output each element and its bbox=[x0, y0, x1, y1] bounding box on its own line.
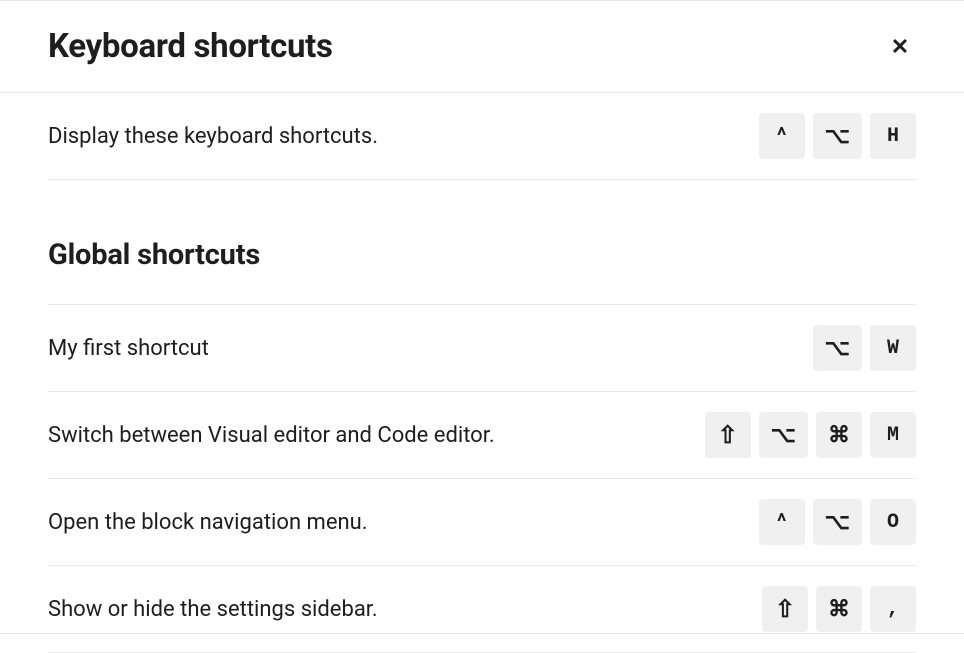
shortcut-row: Open the block navigation menu. ^⌥O bbox=[48, 479, 916, 566]
shortcut-keys: ^⌥H bbox=[759, 113, 916, 159]
key-comma: , bbox=[870, 586, 916, 632]
key-command: ⌘ bbox=[816, 412, 862, 458]
key-command: ⌘ bbox=[816, 586, 862, 632]
shortcut-description: Open the block navigation menu. bbox=[48, 510, 368, 535]
shortcut-row: Display these keyboard shortcuts. ^⌥H bbox=[48, 93, 916, 180]
shortcut-keys: ⌥W bbox=[813, 325, 916, 371]
shortcut-keys: ⇧⌘, bbox=[762, 586, 916, 632]
shortcut-keys: ^⌥O bbox=[759, 499, 916, 545]
shortcut-row: My first shortcut ⌥W bbox=[48, 305, 916, 392]
key-option: ⌥ bbox=[813, 113, 862, 159]
shortcut-keys: ⇧⌥⌘M bbox=[705, 412, 916, 458]
modal-header: Keyboard shortcuts ✕ bbox=[0, 1, 964, 93]
shortcut-row: Switch between Visual editor and Code ed… bbox=[48, 392, 916, 479]
shortcut-section: Global shortcuts My first shortcut ⌥W Sw… bbox=[48, 180, 916, 653]
key-option: ⌥ bbox=[813, 325, 862, 371]
key-option: ⌥ bbox=[759, 412, 808, 458]
key-ctrl: ^ bbox=[759, 113, 805, 159]
key-option: ⌥ bbox=[813, 499, 862, 545]
key-o: O bbox=[870, 499, 916, 545]
key-m: M bbox=[870, 412, 916, 458]
close-button[interactable]: ✕ bbox=[884, 31, 916, 63]
shortcut-row: Show or hide the settings sidebar. ⇧⌘, bbox=[48, 566, 916, 653]
modal-title: Keyboard shortcuts bbox=[48, 27, 333, 66]
shortcut-description: Show or hide the settings sidebar. bbox=[48, 597, 378, 622]
shortcut-description: Display these keyboard shortcuts. bbox=[48, 124, 378, 149]
key-h: H bbox=[870, 113, 916, 159]
shortcut-description: My first shortcut bbox=[48, 336, 209, 361]
shortcut-description: Switch between Visual editor and Code ed… bbox=[48, 423, 495, 448]
key-w: W bbox=[870, 325, 916, 371]
key-shift: ⇧ bbox=[762, 586, 808, 632]
keyboard-shortcuts-modal: Keyboard shortcuts ✕ Display these keybo… bbox=[0, 0, 964, 634]
key-shift: ⇧ bbox=[705, 412, 751, 458]
section-heading: Global shortcuts bbox=[48, 180, 916, 298]
close-icon: ✕ bbox=[891, 36, 909, 58]
modal-body: Display these keyboard shortcuts. ^⌥H Gl… bbox=[0, 93, 964, 653]
key-ctrl: ^ bbox=[759, 499, 805, 545]
